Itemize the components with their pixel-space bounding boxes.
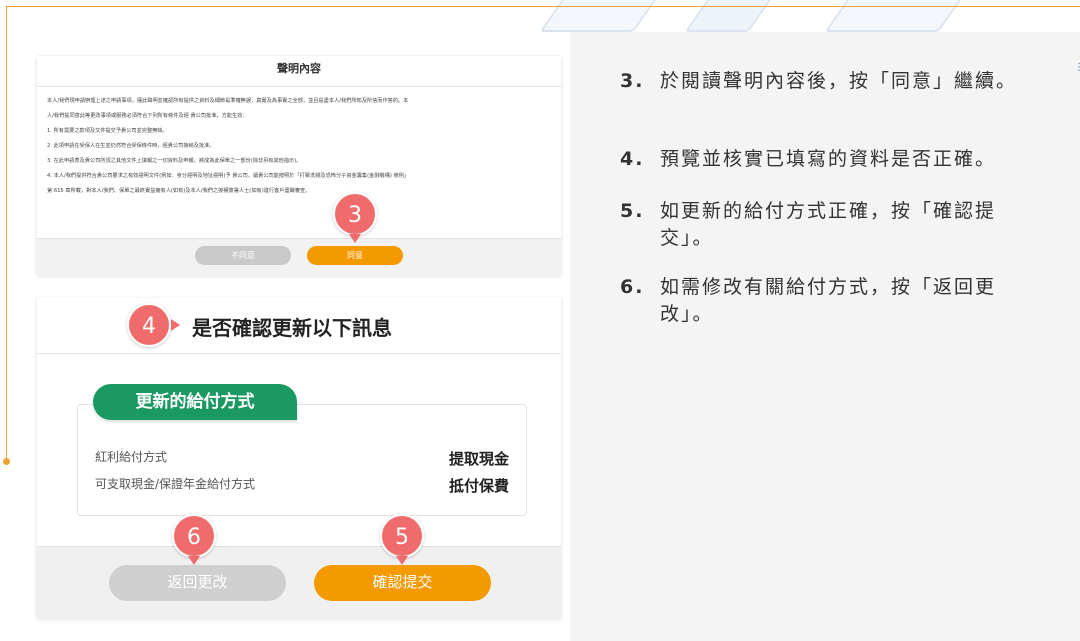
instruction-step-6: 6. 如需修改有關給付方式，按「返回更改」。 — [620, 274, 1040, 328]
statement-title: 聲明內容 — [277, 62, 321, 75]
decorative-line — [6, 6, 7, 461]
row-label: 可支取現金/保證年金給付方式 — [95, 477, 256, 491]
instruction-step-4: 4. 預覽並核實已填寫的資料是否正確。 — [620, 146, 1040, 173]
step-text: 如更新的給付方式正確，按「確認提交」。 — [660, 200, 997, 249]
decorative-shape — [824, 0, 970, 32]
step-number: 6. — [620, 276, 645, 298]
decorative-line — [6, 6, 1080, 7]
statement-paragraph: 第 615 章所載，對本人/我們、保單之最終實益擁有人(如有)及本人/我們之授權… — [47, 188, 311, 194]
instruction-step-5: 5. 如更新的給付方式正確，按「確認提交」。 — [620, 198, 1040, 252]
instruction-background — [570, 32, 1080, 641]
statement-paragraph: 3. 在此申請表及貴公司所須之其他文件上填報之一切資料及申報，將成為此保單之一部… — [47, 158, 302, 164]
edge-marker-icon: ⋮ — [1074, 62, 1080, 73]
row-label: 紅利給付方式 — [95, 450, 168, 464]
back-button[interactable]: 返回更改 — [109, 565, 286, 601]
step-text: 如需修改有關給付方式，按「返回更改」。 — [660, 276, 997, 325]
confirm-panel: 是否確認更新以下訊息 更新的給付方式 紅利給付方式 提取現金 可支取現金/保證年… — [37, 298, 561, 619]
confirm-submit-button[interactable]: 確認提交 — [314, 565, 491, 601]
statement-paragraph: 2. 此項申請在受保人在生並仍然符合受保條件時，經貴公司接納及批准。 — [47, 143, 215, 149]
statement-paragraph: 4. 本人/我們提供符合貴公司要求之有效證明文件(例如：身分證明及地址證明)予 … — [47, 173, 410, 179]
step-number: 3. — [620, 70, 645, 92]
statement-paragraph: 本人/我們現申請辦理上述之申請事項，謹此聲明並確認所有提供之資料及細節是準確無誤… — [47, 98, 409, 104]
step-text: 於閱讀聲明內容後，按「同意」繼續。 — [660, 70, 1018, 92]
row-value: 抵付保費 — [448, 477, 509, 495]
step-number: 5. — [620, 200, 645, 222]
statement-footer — [37, 238, 561, 276]
agree-button[interactable]: 同意 — [307, 246, 403, 265]
row-value: 提取現金 — [448, 450, 509, 468]
instruction-step-3: 3. 於閱讀聲明內容後，按「同意」繼續。 — [620, 68, 1040, 95]
divider — [37, 86, 561, 87]
badge-pointer — [396, 556, 408, 565]
step-number: 4. — [620, 148, 645, 170]
confirm-header: 是否確認更新以下訊息 — [37, 298, 561, 354]
step-badge-5: 5 — [380, 514, 424, 565]
step-badge-6: 6 — [172, 514, 216, 565]
decorative-shape — [684, 0, 780, 32]
statement-paragraph: 1. 所有需要之款項及文件提交予貴公司並完整無缺。 — [47, 128, 168, 134]
confirm-title: 是否確認更新以下訊息 — [192, 316, 392, 340]
decline-button[interactable]: 不同意 — [195, 246, 291, 265]
step-badge-3: 3 — [333, 192, 377, 243]
badge-pointer — [188, 556, 200, 565]
statement-body: 本人/我們現申請辦理上述之申請事項，謹此聲明並確認所有提供之資料及細節是準確無誤… — [47, 94, 552, 199]
step-text: 預覽並核實已填寫的資料是否正確。 — [660, 148, 997, 170]
section-tab: 更新的給付方式 — [93, 384, 297, 420]
decorative-dot — [3, 458, 10, 465]
statement-paragraph: 人/我們提同意此等更改事項或服務必須符合下列所有條件及經 貴公司批准，方能生效： — [47, 113, 248, 119]
badge-pointer — [349, 234, 361, 243]
step-badge-4: 4 — [127, 303, 180, 347]
badge-pointer — [171, 319, 180, 331]
statement-panel: 聲明內容 本人/我們現申請辦理上述之申請事項，謹此聲明並確認所有提供之資料及細節… — [37, 56, 561, 276]
decorative-shape — [539, 0, 665, 32]
